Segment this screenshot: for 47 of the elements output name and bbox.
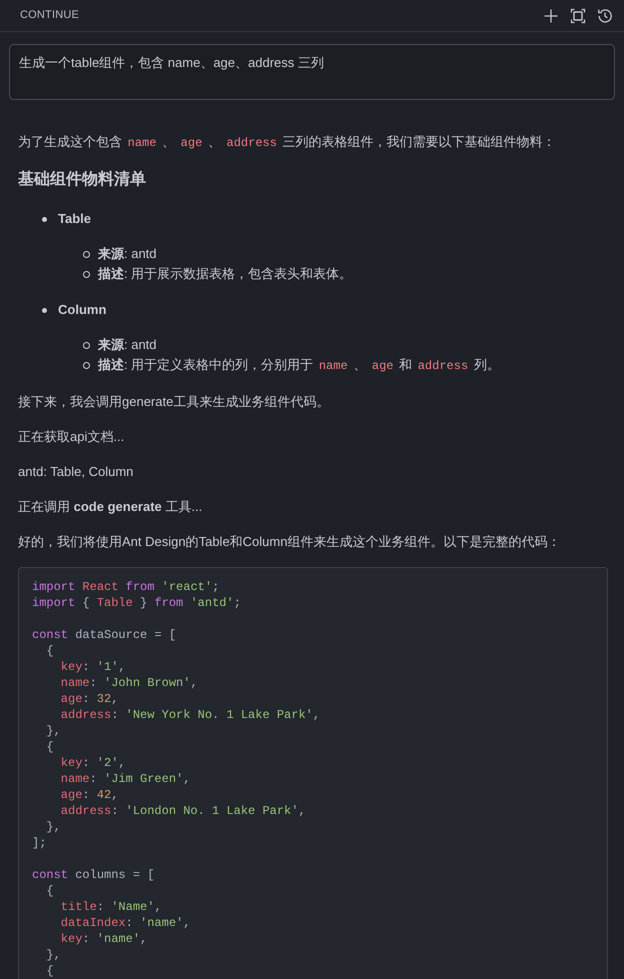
code-line: }, [46,948,61,962]
code-line: address: 'New York No. 1 Lake Park', [60,708,320,722]
message-paragraph: antd: Table, Column [18,463,134,481]
code-line: age: 42, [60,788,118,802]
hollow-bullet-icon [83,342,90,348]
bullet-icon [42,216,47,222]
list-item-text: Table [58,210,91,228]
code-line: dataIndex: 'name', [60,916,190,930]
message-paragraph: 接下来，我会调用generate工具来生成业务组件代码。 [18,393,330,411]
history-icon[interactable] [597,8,613,24]
code-line: ]; [32,836,46,850]
code-line: address: 'London No. 1 Lake Park', [60,804,306,818]
list-item-text: 描述: 用于展示数据表格，包含表头和表体。 [98,265,352,283]
message-paragraph: 好的，我们将使用Ant Design的Table和Column组件来生成这个业务组件。以下是完整的代码： [18,533,562,551]
code-line: { [46,644,54,658]
message-paragraph: 正在调用 code generate 工具... [18,498,204,516]
panel-title: CONTINUE [20,8,80,24]
list-item-text: 来源: antd [98,245,157,263]
hollow-bullet-icon [83,362,90,369]
code-line: key: '1', [60,660,126,674]
code-line: key: 'name', [60,932,148,946]
code-line: import { Table } from 'antd'; [32,596,241,610]
list-item-text: 来源: antd [98,336,157,354]
code-line: const columns = [ [32,868,154,882]
code-line: const dataSource = [ [32,628,176,642]
code-line: }, [46,820,61,834]
code-line: age: 32, [60,692,118,706]
code-line: key: '2', [60,756,126,770]
bullet-icon [42,308,47,312]
hollow-bullet-icon [83,270,90,278]
list-item-text: Column [58,301,106,319]
message-paragraph: 正在获取api文档... [18,428,126,446]
code-line: }, [46,724,61,738]
fullscreen-icon[interactable] [570,8,586,24]
code-line: import React from 'react'; [32,580,220,594]
code-line: { [46,740,54,754]
plus-icon[interactable] [543,8,559,24]
list-item-text: 描述: 用于定义表格中的列，分别用于 name 、 age 和 address 列。 [98,356,500,375]
code-line: { [46,884,54,898]
prompt-input[interactable]: 生成一个table组件，包含 name、age、address 三列 [9,44,615,100]
code-line: name: 'John Brown', [60,676,198,690]
code-line: { [46,964,54,978]
section-heading: 基础组件物料清单 [18,170,147,190]
message-paragraph: 为了生成这个包含 name 、 age 、 address 三列的表格组件，我们需要以下基础组件物料： [18,133,557,152]
code-line: title: 'Name', [60,900,162,914]
code-line: name: 'Jim Green', [60,772,190,786]
hollow-bullet-icon [83,250,90,258]
